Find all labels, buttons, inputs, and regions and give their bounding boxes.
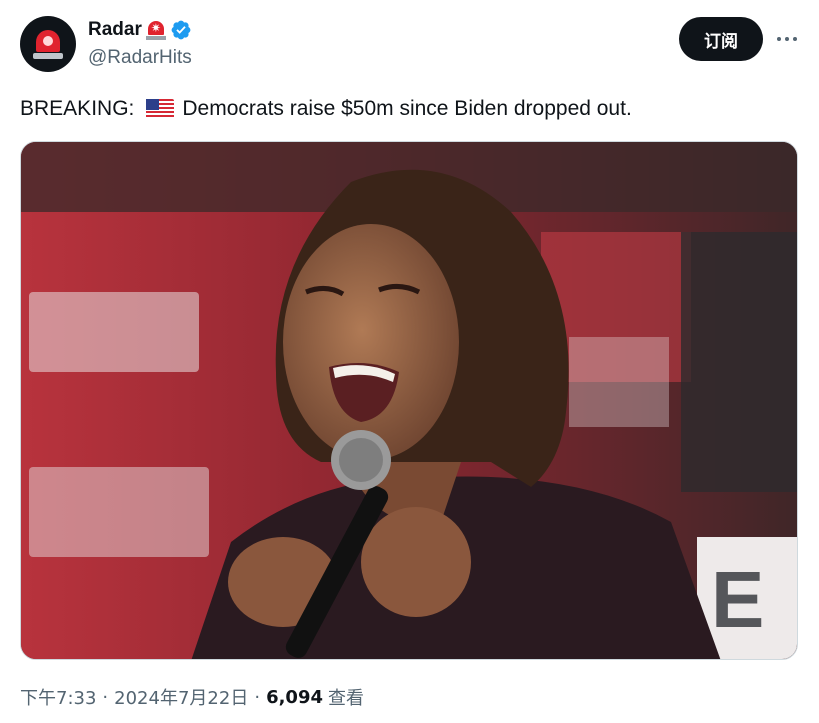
tweet-prefix: BREAKING:	[20, 97, 135, 120]
meta-separator: ·	[254, 686, 261, 708]
rotating-light-icon: ✷	[145, 19, 167, 41]
more-horizontal-icon[interactable]	[774, 26, 800, 52]
tweet-date[interactable]: 2024年7月22日	[114, 684, 248, 710]
views-label: 查看	[328, 688, 364, 709]
photo-illustration: E	[21, 142, 797, 659]
views-count: 6,094	[266, 686, 323, 708]
tweet: Radar ✷ @RadarHits 订阅 BREAKING: Democrat…	[0, 0, 819, 723]
meta-separator: ·	[102, 686, 109, 708]
tweet-photo[interactable]: E	[20, 141, 798, 660]
verified-badge-icon	[171, 20, 191, 40]
svg-text:E: E	[711, 555, 764, 644]
author-handle[interactable]: @RadarHits	[88, 47, 192, 69]
display-name[interactable]: Radar	[88, 19, 142, 41]
us-flag-icon	[146, 99, 175, 119]
tweet-text: BREAKING: Democrats raise $50m since Bid…	[20, 95, 632, 123]
tweet-body: Democrats raise $50m since Biden dropped…	[182, 97, 632, 120]
author-name-row[interactable]: Radar ✷	[88, 17, 192, 43]
tweet-time[interactable]: 下午7:33	[20, 684, 96, 710]
avatar[interactable]	[20, 16, 76, 72]
subscribe-button[interactable]: 订阅	[679, 17, 763, 61]
tweet-meta: 下午7:33 · 2024年7月22日 · 6,094 查看	[20, 684, 364, 710]
